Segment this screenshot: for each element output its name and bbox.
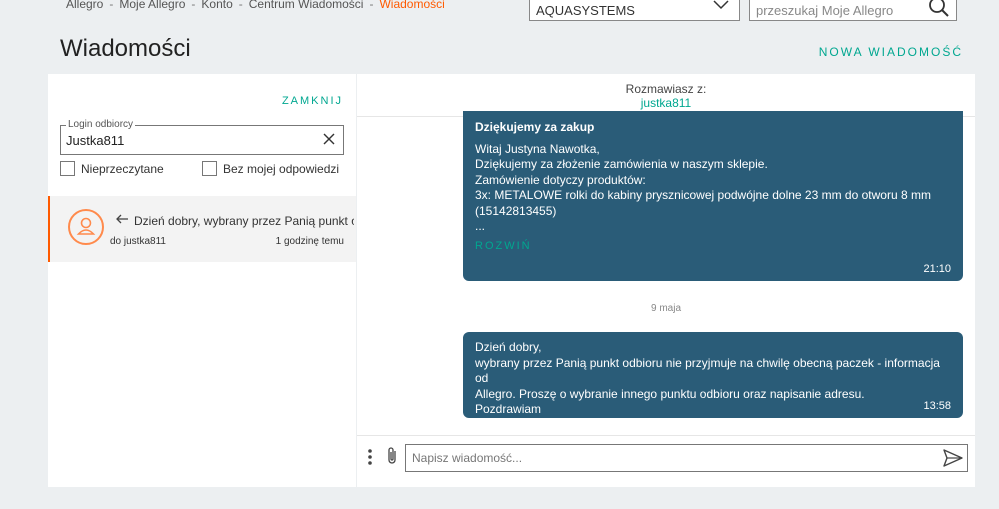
- breadcrumb-moje-allegro[interactable]: Moje Allegro: [119, 0, 185, 11]
- message-time: 13:58: [923, 399, 951, 412]
- breadcrumb-konto[interactable]: Konto: [201, 0, 232, 11]
- recipient-login-field: Login odbiorcy: [60, 119, 344, 155]
- user-icon: [76, 217, 96, 235]
- reply-icon: [116, 214, 128, 224]
- account-select-value: AQUASYSTEMS: [536, 3, 635, 18]
- message-line: 3x: METALOWE rolki do kabiny prysznicowe…: [475, 188, 931, 202]
- message-field: [405, 444, 968, 472]
- filter-no-reply-checkbox[interactable]: [202, 161, 217, 176]
- breadcrumb-separator: -: [191, 0, 196, 11]
- message-line: wybrany przez Panią punkt odbioru nie pr…: [475, 355, 940, 386]
- message-line: (15142813455): [475, 203, 557, 218]
- conversation-user-link[interactable]: justka811: [357, 96, 975, 110]
- message-time: 21:10: [923, 262, 951, 275]
- list-item[interactable]: Dzień dobry, wybrany przez Panią punkt o…: [48, 196, 356, 262]
- chevron-down-icon: [713, 0, 729, 10]
- breadcrumb-separator: -: [109, 0, 114, 11]
- message-line: ...: [475, 219, 486, 233]
- breadcrumb-allegro[interactable]: Allegro: [66, 0, 103, 11]
- breadcrumb-separator: -: [369, 0, 374, 11]
- search-box: [749, 0, 957, 21]
- breadcrumb: Allegro - Moje Allegro - Konto - Centrum Wiado…: [66, 0, 445, 11]
- filter-no-reply[interactable]: Bez mojej odpowiedzi: [202, 161, 339, 176]
- breadcrumb-centrum-wiadomosci[interactable]: Centrum Wiadomości: [249, 0, 364, 11]
- page-title: Wiadomości: [60, 35, 191, 62]
- message-bubble: Dziękujemy za zakup Witaj Justyna Nawotk…: [463, 111, 963, 281]
- thread-recipient: do justka811: [110, 236, 166, 247]
- breadcrumb-current: Wiadomości: [379, 0, 445, 11]
- recipient-login-input[interactable]: [66, 133, 316, 148]
- message-line: Allegro. Proszę o wybranie innego punktu…: [475, 386, 865, 401]
- attachment-icon[interactable]: [386, 446, 398, 466]
- expand-message-button[interactable]: ROZWIŃ: [475, 239, 951, 255]
- new-message-button[interactable]: NOWA WIADOMOŚĆ: [819, 45, 963, 59]
- more-options-icon[interactable]: [367, 448, 373, 466]
- search-icon[interactable]: [928, 0, 950, 18]
- conversation-panel: Rozmawiasz z: justka811 Dziękujemy za za…: [357, 74, 975, 487]
- conversation-list-panel: ZAMKNIJ Login odbiorcy Nieprzeczytane Be…: [48, 74, 356, 487]
- thread-preview: Dzień dobry, wybrany przez Panią punkt o…: [134, 214, 354, 228]
- filter-no-reply-label: Bez mojej odpowiedzi: [223, 161, 340, 176]
- date-separator: 9 maja: [650, 303, 681, 314]
- search-input[interactable]: [750, 0, 920, 20]
- avatar: [68, 209, 104, 245]
- thread-timestamp: 1 godzinę temu: [275, 236, 344, 247]
- close-button[interactable]: ZAMKNIJ: [282, 95, 343, 107]
- filter-unread-label: Nieprzeczytane: [81, 161, 164, 176]
- message-input[interactable]: [412, 451, 932, 465]
- message-composer: [357, 435, 975, 487]
- send-icon[interactable]: [943, 448, 963, 468]
- message-line: Dziękujemy za złożenie zamówienia w nasz…: [475, 157, 768, 171]
- breadcrumb-separator: -: [238, 0, 243, 11]
- message-line: Zamówienie dotyczy produktów:: [475, 172, 646, 187]
- filter-unread-checkbox[interactable]: [60, 161, 75, 176]
- message-title: Dziękujemy za zakup: [475, 120, 595, 134]
- message-line: Pozdrawiam: [475, 402, 542, 416]
- filter-unread[interactable]: Nieprzeczytane: [60, 161, 164, 176]
- message-line: Dzień dobry,: [475, 340, 542, 354]
- message-line: Witaj Justyna Nawotka,: [475, 141, 600, 156]
- conversation-with-label: Rozmawiasz z:: [625, 82, 707, 96]
- close-icon[interactable]: [323, 133, 335, 145]
- account-select[interactable]: AQUASYSTEMS: [529, 0, 740, 21]
- message-bubble: Dzień dobry, wybrany przez Panią punkt o…: [463, 332, 963, 418]
- recipient-login-label: Login odbiorcy: [66, 119, 136, 130]
